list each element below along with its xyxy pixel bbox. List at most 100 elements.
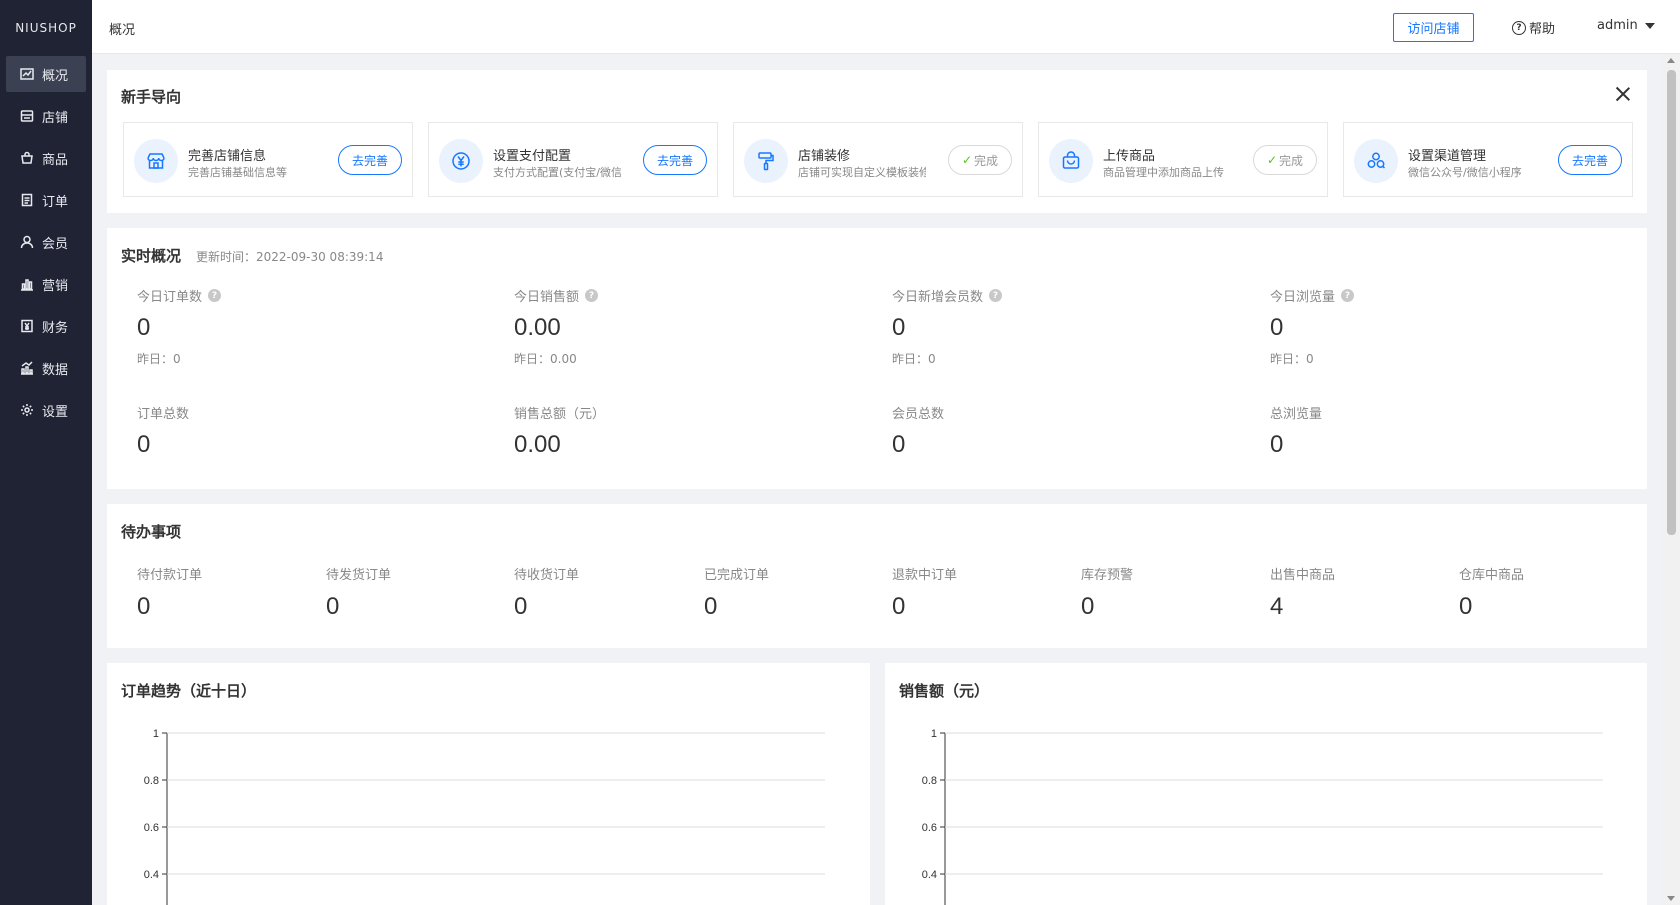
stat-today-new-members: 今日新增会员数? 0 昨日：0	[892, 286, 1192, 367]
todo-pending-shipment[interactable]: 待发货订单 0	[326, 564, 506, 621]
paint-roller-icon	[744, 139, 788, 183]
store-icon	[134, 139, 178, 183]
stat-label: 销售总额（元）	[514, 407, 606, 422]
sales-chart: 1 0.8 0.6 0.4	[922, 728, 1603, 905]
beginner-guide-card: 新手导向 完善店铺信息 完善店铺基础信息等 去完善 设置支付配置 支付方式配置(…	[107, 70, 1647, 213]
done-label: 完成	[974, 153, 999, 168]
stat-value: 0	[137, 314, 151, 341]
stat-value: 0	[892, 431, 906, 458]
help-icon[interactable]: ?	[585, 289, 599, 302]
document-icon	[21, 193, 33, 207]
todo-label: 已完成订单	[704, 568, 770, 583]
help-icon[interactable]: ?	[208, 289, 222, 302]
stat-total-members: 会员总数 0	[892, 403, 1192, 459]
todo-value: 0	[704, 593, 718, 620]
sidebar-item-store[interactable]: 店铺	[6, 98, 86, 134]
page-title: 概况	[109, 23, 136, 38]
todo-label: 退款中订单	[892, 568, 958, 583]
stat-label: 订单总数	[137, 407, 190, 422]
todo-label: 待发货订单	[326, 568, 392, 583]
help-circle-icon: ?	[1512, 20, 1526, 35]
complete-button[interactable]: 去完善	[643, 145, 707, 175]
guide-title: 新手导向	[121, 88, 182, 106]
scroll-down-icon[interactable]	[1667, 896, 1675, 901]
help-label: 帮助	[1529, 22, 1556, 37]
sidebar-item-members[interactable]: 会员	[6, 224, 86, 260]
todo-pending-receipt[interactable]: 待收货订单 0	[514, 564, 694, 621]
guide-item-upload-goods: 上传商品 商品管理中添加商品上传 ✓ 完成	[1038, 122, 1328, 197]
y-tick-label: 1	[931, 728, 937, 740]
guide-item-title: 上传商品	[1103, 149, 1156, 164]
stat-today-orders: 今日订单数? 0 昨日：0	[137, 286, 437, 367]
close-icon[interactable]	[1615, 86, 1631, 102]
guide-item-channels: 设置渠道管理 微信公众号/微信小程序 去完善	[1343, 122, 1633, 197]
todo-in-warehouse[interactable]: 仓库中商品 0	[1459, 564, 1639, 621]
todo-value: 4	[1270, 593, 1284, 620]
check-icon: ✓	[1266, 153, 1278, 167]
todo-label: 待付款订单	[137, 568, 203, 583]
page-scrollbar[interactable]	[1663, 54, 1680, 905]
check-icon: ✓	[961, 153, 973, 167]
todo-completed[interactable]: 已完成订单 0	[704, 564, 884, 621]
sidebar-item-label: 订单	[42, 194, 69, 210]
realtime-overview-card: 实时概况 更新时间：2022-09-30 08:39:14 今日订单数? 0 昨…	[107, 228, 1647, 489]
stat-value: 0	[1270, 431, 1284, 458]
todo-label: 待收货订单	[514, 568, 580, 583]
y-tick-label: 0.4	[144, 869, 159, 881]
stat-label: 今日新增会员数	[892, 290, 984, 305]
guide-item-store-info: 完善店铺信息 完善店铺基础信息等 去完善	[123, 122, 413, 197]
order-trend-chart: 1 0.8 0.6 0.4	[144, 728, 825, 905]
stat-total-sales: 销售总额（元） 0.00	[514, 403, 814, 459]
todo-value: 0	[326, 593, 340, 620]
todo-on-sale[interactable]: 出售中商品 4	[1270, 564, 1450, 621]
todo-refunding[interactable]: 退款中订单 0	[892, 564, 1072, 621]
todo-label: 库存预警	[1081, 568, 1134, 583]
sidebar-item-finance[interactable]: 财务	[6, 308, 86, 344]
stat-value: 0.00	[514, 431, 561, 458]
sidebar: NIUSHOP 概况 店铺 商品 订单 会员 营销 财务 数据 设置	[0, 0, 92, 905]
yen-document-icon	[21, 319, 33, 333]
analytics-icon	[21, 361, 33, 375]
stat-yesterday: 昨日：0	[892, 352, 936, 366]
stat-yesterday: 昨日：0	[137, 352, 181, 366]
sidebar-item-orders[interactable]: 订单	[6, 182, 86, 218]
complete-button[interactable]: 去完善	[1558, 145, 1622, 175]
sidebar-item-settings[interactable]: 设置	[6, 392, 86, 428]
guide-item-desc: 完善店铺基础信息等	[188, 166, 287, 179]
todo-value: 0	[1459, 593, 1473, 620]
sidebar-item-marketing[interactable]: 营销	[6, 266, 86, 302]
bag-icon	[21, 151, 33, 164]
guide-item-decoration: 店铺装修 店铺可实现自定义模板装修 ✓ 完成	[733, 122, 1023, 197]
sidebar-item-overview[interactable]: 概况	[6, 56, 86, 92]
caret-down-icon	[1644, 22, 1655, 29]
stat-value: 0	[137, 431, 151, 458]
stat-today-sales: 今日销售额? 0.00 昨日：0.00	[514, 286, 814, 367]
sidebar-item-data[interactable]: 数据	[6, 350, 86, 386]
user-icon	[20, 235, 34, 249]
yen-circle-icon	[439, 139, 483, 183]
user-name: admin	[1597, 18, 1638, 33]
todo-card: 待办事项 待付款订单 0 待发货订单 0 待收货订单 0 已完成订单 0 退款中订单 0 …	[107, 504, 1647, 648]
scroll-up-icon[interactable]	[1667, 58, 1675, 63]
help-link[interactable]: ? 帮助	[1512, 18, 1555, 37]
stat-value: 0	[1270, 314, 1284, 341]
done-badge: ✓ 完成	[948, 145, 1012, 175]
guide-item-title: 设置支付配置	[493, 149, 572, 164]
help-icon[interactable]: ?	[1341, 289, 1355, 302]
help-icon[interactable]: ?	[989, 289, 1003, 302]
todo-value: 0	[514, 593, 528, 620]
stat-label: 总浏览量	[1270, 407, 1323, 422]
user-menu[interactable]: admin	[1597, 18, 1655, 33]
y-tick-label: 0.6	[922, 822, 937, 834]
todo-pending-payment[interactable]: 待付款订单 0	[137, 564, 317, 621]
scrollbar-thumb[interactable]	[1667, 70, 1676, 535]
sidebar-item-goods[interactable]: 商品	[6, 140, 86, 176]
todo-stock-warning[interactable]: 库存预警 0	[1081, 564, 1261, 621]
todo-value: 0	[892, 593, 906, 620]
bar-chart-icon	[21, 279, 33, 291]
sidebar-item-label: 商品	[42, 152, 69, 168]
visit-store-button[interactable]: 访问店铺	[1393, 13, 1474, 42]
order-trend-chart-card: 订单趋势（近十日） 1 0.8 0.6 0.4	[107, 663, 870, 905]
sidebar-item-label: 概况	[42, 68, 69, 84]
complete-button[interactable]: 去完善	[338, 145, 402, 175]
